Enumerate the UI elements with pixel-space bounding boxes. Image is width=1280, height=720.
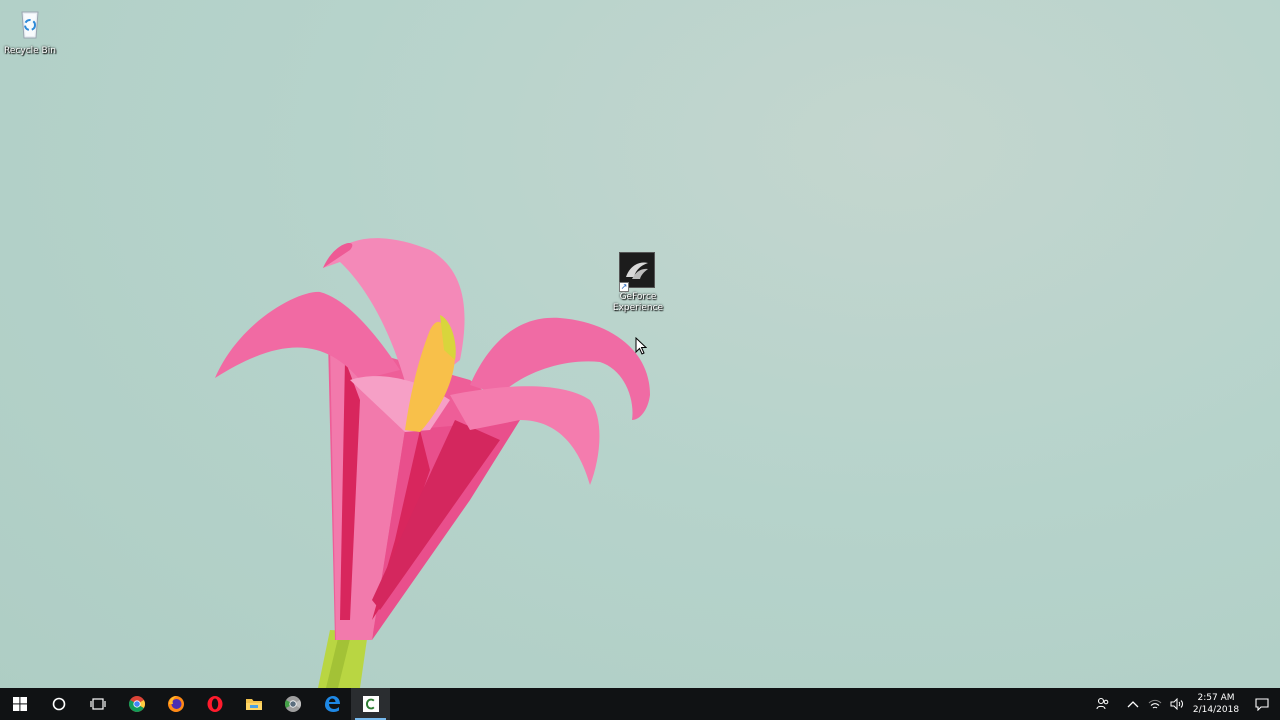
recycle-bin-icon — [11, 6, 49, 44]
task-view-icon — [89, 698, 106, 710]
network-button[interactable] — [1144, 688, 1166, 720]
clock-time: 2:57 AM — [1197, 693, 1235, 703]
desktop[interactable]: Recycle Bin ↗ GeForce Experience — [0, 0, 1280, 688]
firefox-icon — [167, 696, 184, 712]
edge-icon — [324, 696, 340, 712]
people-icon — [1096, 697, 1109, 710]
volume-button[interactable] — [1166, 688, 1188, 720]
opera-icon — [207, 696, 222, 712]
people-button[interactable] — [1092, 688, 1114, 720]
task-view-button[interactable] — [78, 688, 117, 720]
taskbar-app-chrome[interactable] — [117, 688, 156, 720]
folder-icon — [245, 699, 262, 710]
taskbar-app-file-explorer[interactable] — [234, 688, 273, 720]
taskbar-app-firefox[interactable] — [156, 688, 195, 720]
windows-logo-icon — [12, 697, 27, 711]
taskbar-app-camtasia[interactable] — [351, 688, 390, 720]
camtasia-icon — [362, 696, 379, 712]
desktop-icon-label: Recycle Bin — [4, 46, 56, 56]
desktop-icon-recycle-bin[interactable]: Recycle Bin — [0, 6, 62, 57]
show-hidden-icons-button[interactable] — [1122, 688, 1144, 720]
chrome-icon — [128, 696, 145, 712]
shortcut-arrow-icon: ↗ — [619, 282, 629, 292]
desktop-icon-label: GeForce Experience — [612, 292, 664, 313]
cortana-circle-icon — [52, 697, 65, 711]
system-tray: 2:57 AM 2/14/2018 — [1092, 688, 1280, 720]
clock-date: 2/14/2018 — [1192, 705, 1240, 715]
taskbar-app-opera[interactable] — [195, 688, 234, 720]
clock-button[interactable]: 2:57 AM 2/14/2018 — [1188, 688, 1244, 720]
notification-icon — [1255, 697, 1269, 711]
chrome-canary-icon — [284, 696, 301, 712]
taskbar-app-chrome-canary[interactable] — [273, 688, 312, 720]
geforce-experience-icon: ↗ — [619, 252, 657, 292]
mouse-cursor-icon — [635, 337, 647, 355]
desktop-icon-geforce-experience[interactable]: ↗ GeForce Experience — [606, 252, 670, 314]
taskbar: 2:57 AM 2/14/2018 — [0, 688, 1280, 720]
wifi-icon — [1148, 699, 1162, 709]
chevron-up-icon — [1127, 701, 1139, 708]
action-center-button[interactable] — [1244, 688, 1280, 720]
speaker-icon — [1170, 698, 1183, 710]
cortana-button[interactable] — [39, 688, 78, 720]
start-button[interactable] — [0, 688, 39, 720]
taskbar-app-edge[interactable] — [312, 688, 351, 720]
